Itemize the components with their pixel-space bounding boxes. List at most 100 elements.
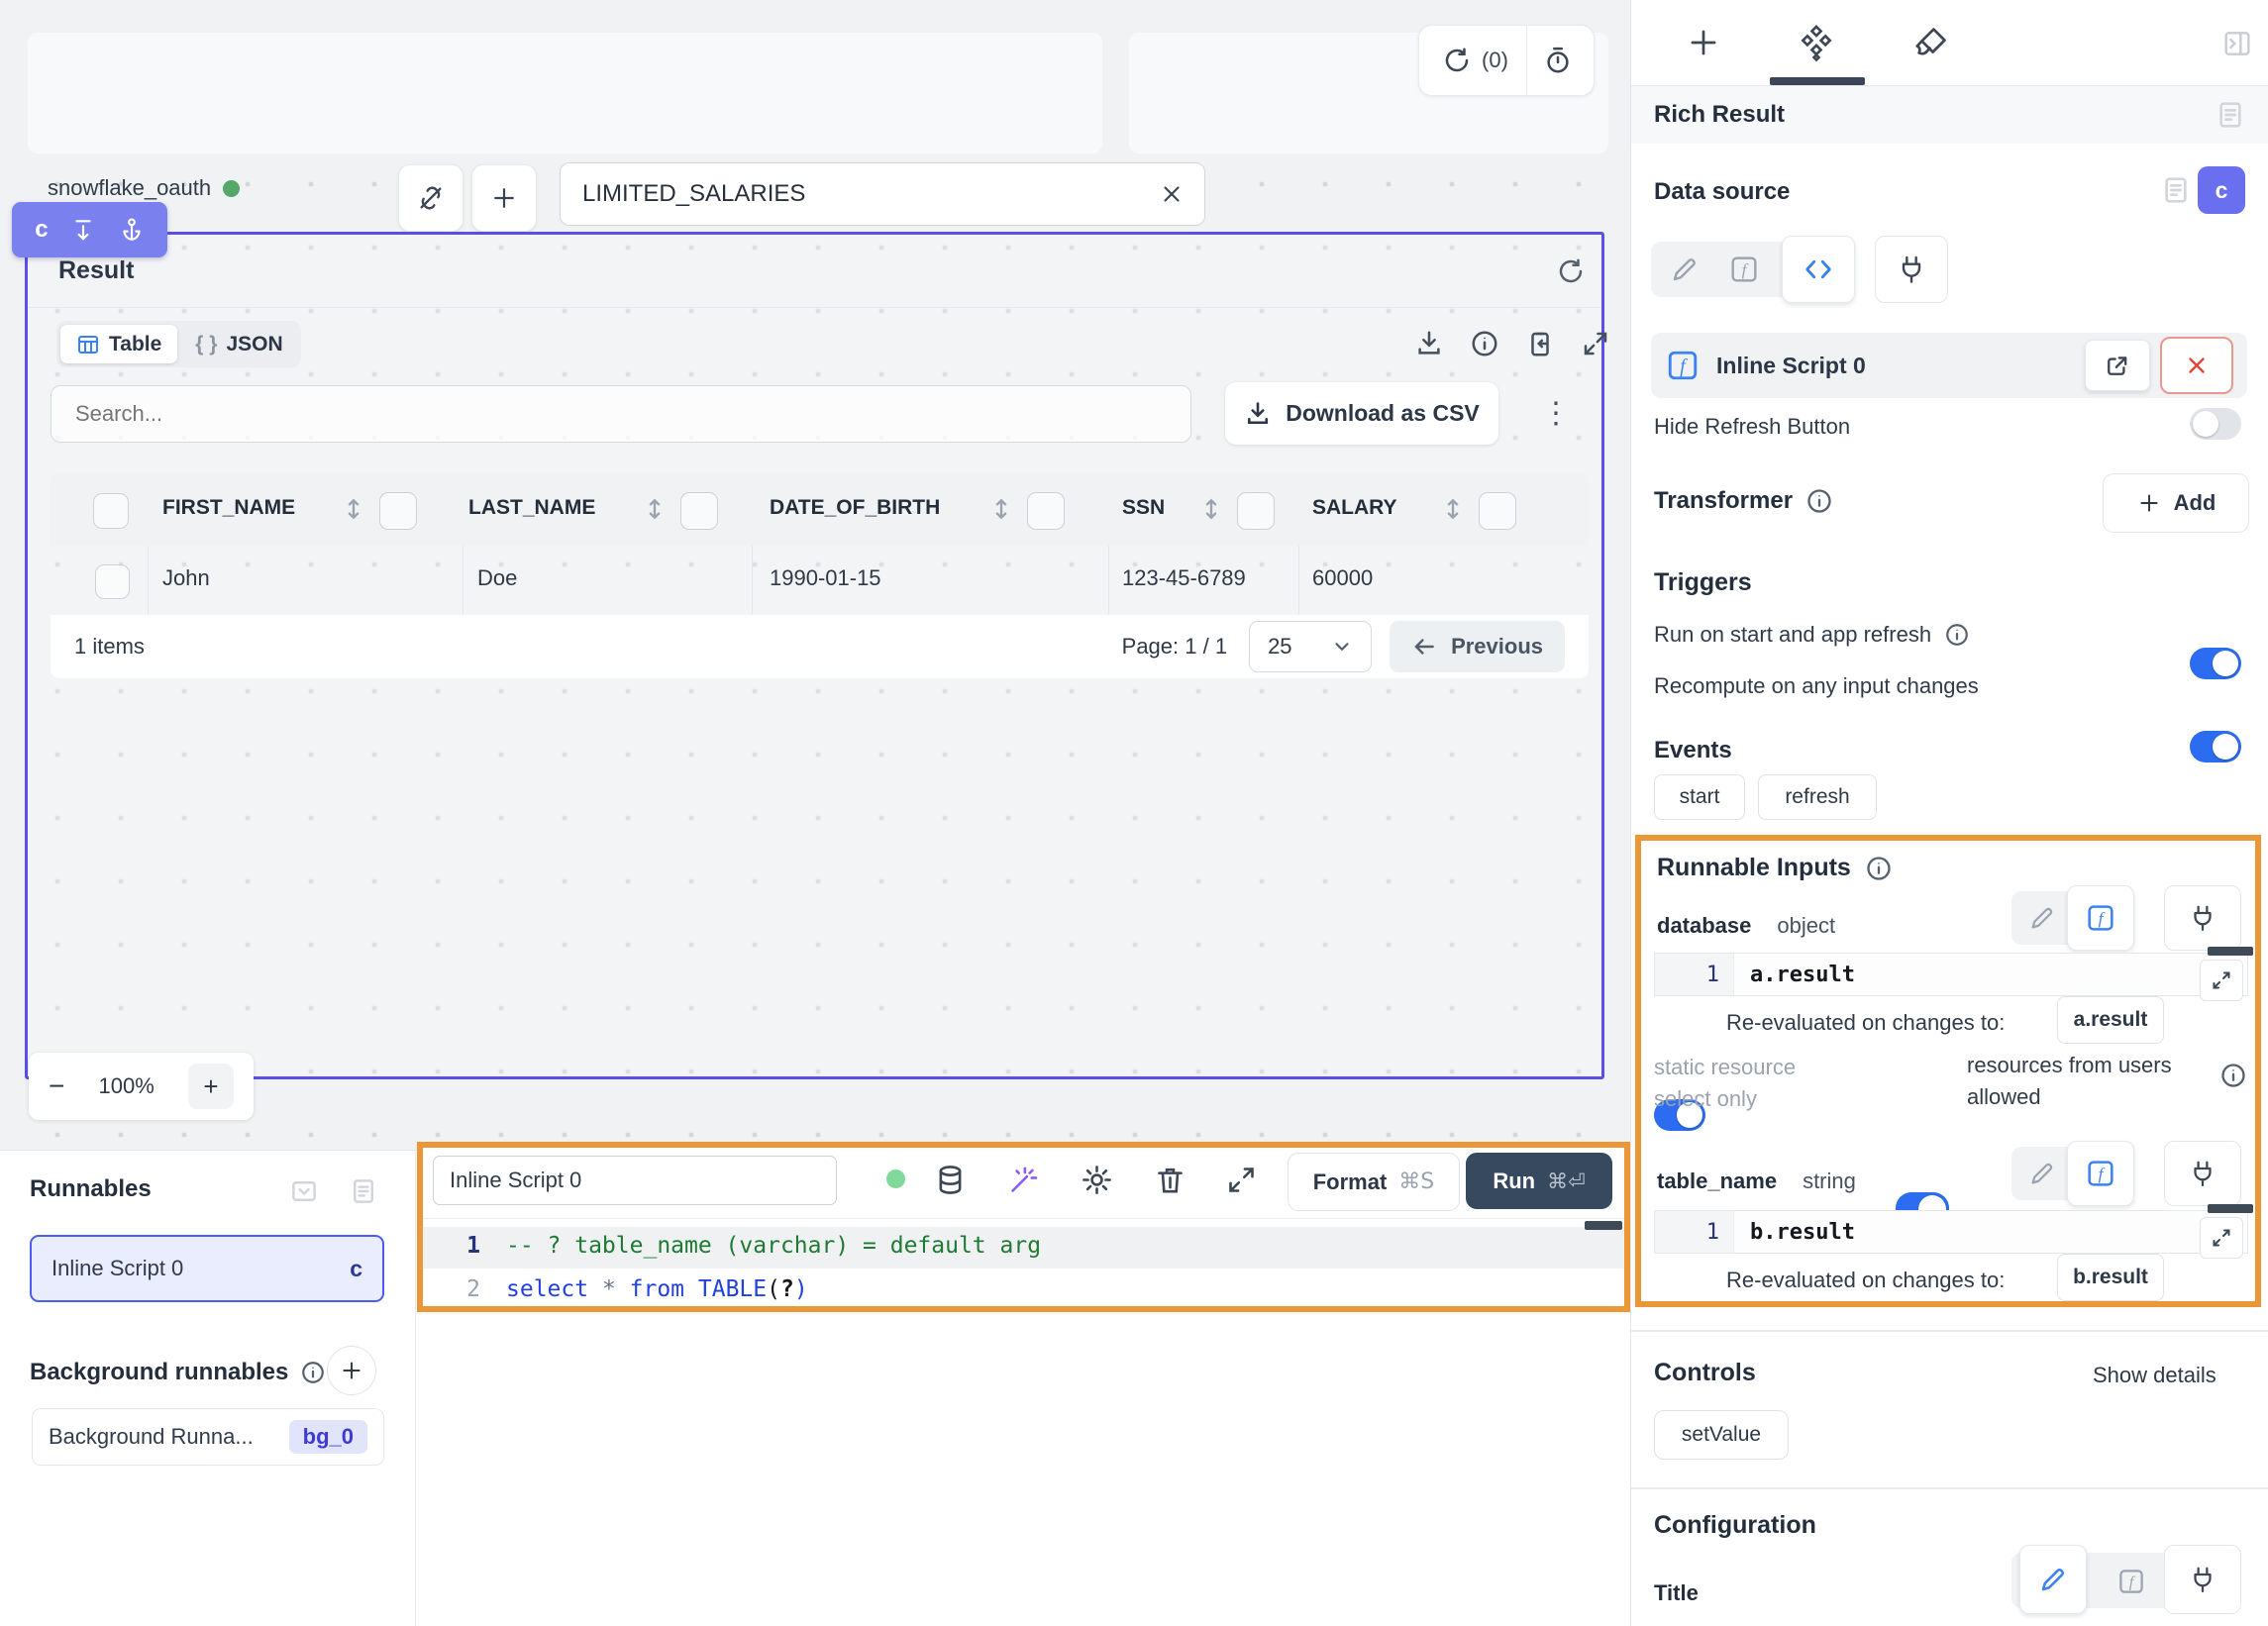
settings-gear-icon[interactable] xyxy=(1081,1164,1113,1196)
open-script-button[interactable] xyxy=(2085,340,2150,391)
show-details-link[interactable]: Show details xyxy=(2093,1363,2216,1388)
app-canvas[interactable]: (0) snowflake_oauth xyxy=(0,0,1630,1626)
docs-icon[interactable] xyxy=(2160,174,2192,206)
column-checkbox[interactable] xyxy=(680,492,718,530)
download-csv-button[interactable]: Download as CSV xyxy=(1225,382,1498,445)
result-refresh-icon[interactable] xyxy=(1556,256,1586,286)
runnable-item-label: Inline Script 0 xyxy=(52,1256,183,1281)
code-editor[interactable]: 1 2 -- ? table_name (varchar) = default … xyxy=(419,1218,1630,1626)
previous-page-button[interactable]: Previous xyxy=(1390,621,1565,672)
column-checkbox[interactable] xyxy=(1479,492,1516,530)
editor-scrollbar-thumb[interactable] xyxy=(1585,1221,1622,1230)
format-button[interactable]: Format ⌘S xyxy=(1288,1153,1460,1211)
remove-script-button[interactable] xyxy=(2160,337,2233,394)
static-pencil-icon[interactable] xyxy=(2027,903,2057,933)
control-chip-setvalue[interactable]: setValue xyxy=(1654,1410,1789,1460)
add-transformer-button[interactable]: Add xyxy=(2103,473,2249,533)
editor-scrollbar-thumb[interactable] xyxy=(2208,947,2253,956)
unlink-button[interactable] xyxy=(398,164,464,232)
column-checkbox[interactable] xyxy=(1237,492,1275,530)
history-button[interactable] xyxy=(1527,26,1589,95)
tab-component-settings[interactable] xyxy=(1796,22,1837,63)
function-icon[interactable]: f xyxy=(2116,1567,2146,1596)
tab-table[interactable]: Table xyxy=(60,325,177,363)
runnable-item-inline-script-0[interactable]: Inline Script 0 c xyxy=(30,1235,384,1302)
expand-expr-button[interactable] xyxy=(2200,960,2243,1001)
sort-icon[interactable] xyxy=(1439,495,1467,523)
selected-component-chip[interactable]: c xyxy=(12,202,167,257)
delete-script-icon[interactable] xyxy=(1154,1164,1186,1196)
rich-result-component[interactable]: Result Table { } JSON xyxy=(25,232,1604,1079)
result-search-input[interactable] xyxy=(73,400,1169,428)
copy-result-icon[interactable] xyxy=(1525,329,1555,358)
sort-icon[interactable] xyxy=(340,495,367,523)
page-size-select[interactable]: 25 xyxy=(1249,621,1372,672)
clear-input-icon[interactable] xyxy=(1159,181,1185,207)
runnables-doc-icon[interactable] xyxy=(349,1176,378,1206)
table-kebab-menu[interactable]: ⋮ xyxy=(1541,388,1571,440)
insert-below-icon[interactable] xyxy=(70,217,96,243)
download-icon[interactable] xyxy=(1414,329,1444,358)
reeval-target-chip[interactable]: a.result xyxy=(2057,996,2164,1044)
function-icon[interactable]: f xyxy=(1728,254,1760,285)
sort-icon[interactable] xyxy=(641,495,669,523)
refresh-app-button[interactable]: (0) xyxy=(1424,26,1527,95)
add-component-button[interactable] xyxy=(471,164,537,232)
row-checkbox[interactable] xyxy=(95,564,130,599)
anchor-icon[interactable] xyxy=(119,217,145,243)
info-icon[interactable] xyxy=(1470,329,1499,358)
canvas-card-left[interactable] xyxy=(28,33,1102,153)
code-token: select xyxy=(506,1276,602,1302)
run-button[interactable]: Run ⌘⏎ xyxy=(1466,1153,1612,1209)
static-pencil-icon[interactable] xyxy=(2027,1159,2057,1188)
collapse-runnables-icon[interactable] xyxy=(289,1176,319,1206)
input-expr-editor-database[interactable]: 1 a.result xyxy=(1654,953,2248,996)
reeval-target-chip[interactable]: b.result xyxy=(2057,1254,2164,1301)
column-checkbox[interactable] xyxy=(379,492,417,530)
background-runnable-item[interactable]: Background Runna... bg_0 xyxy=(32,1408,384,1466)
tab-insert-component[interactable] xyxy=(1685,24,1722,61)
select-all-checkbox[interactable] xyxy=(93,493,129,529)
cell-divider xyxy=(1298,546,1299,615)
database-icon[interactable] xyxy=(934,1164,967,1196)
zoom-out-button[interactable]: − xyxy=(49,1070,64,1102)
add-background-runnable-button[interactable] xyxy=(327,1346,376,1395)
sort-icon[interactable] xyxy=(987,495,1015,523)
input-expr-editor-table-name[interactable]: 1 b.result xyxy=(1654,1210,2248,1254)
fullscreen-icon[interactable] xyxy=(1581,329,1610,358)
code-line-1: -- ? table_name (varchar) = default arg xyxy=(506,1233,1041,1259)
download-csv-label: Download as CSV xyxy=(1286,400,1480,427)
connect-input-button[interactable] xyxy=(2164,885,2241,951)
run-on-start-toggle[interactable] xyxy=(2190,648,2241,679)
connect-input-button[interactable] xyxy=(2164,1141,2241,1206)
event-chip-start[interactable]: start xyxy=(1654,774,1745,820)
inline-script-row[interactable]: f Inline Script 0 xyxy=(1651,333,2247,398)
code-source-button[interactable] xyxy=(1782,236,1855,303)
zoom-in-button[interactable]: + xyxy=(188,1064,234,1109)
connect-config-button[interactable] xyxy=(2164,1545,2241,1614)
sort-icon[interactable] xyxy=(1197,495,1225,523)
eval-mode-button[interactable]: f xyxy=(2067,885,2134,951)
svg-text:f: f xyxy=(2099,1165,2106,1183)
script-name-input[interactable] xyxy=(448,1167,822,1194)
recompute-toggle[interactable] xyxy=(2190,731,2241,762)
table-name-input[interactable] xyxy=(580,179,1159,209)
hide-refresh-toggle[interactable] xyxy=(2190,408,2241,440)
tab-json[interactable]: { } JSON xyxy=(181,325,296,363)
column-checkbox[interactable] xyxy=(1027,492,1065,530)
eval-mode-button[interactable]: f xyxy=(2067,1141,2134,1206)
ai-wand-icon[interactable] xyxy=(1007,1164,1040,1196)
static-mode-button[interactable] xyxy=(2019,1545,2087,1614)
docs-icon[interactable] xyxy=(2215,99,2246,131)
expand-expr-button[interactable] xyxy=(2200,1217,2243,1259)
connect-source-button[interactable] xyxy=(1875,236,1948,303)
static-pencil-icon[interactable] xyxy=(1669,254,1701,285)
tab-styling[interactable] xyxy=(1912,24,1950,61)
component-id-badge[interactable]: c xyxy=(2198,166,2245,214)
table-row[interactable]: John Doe 1990-01-15 123-45-6789 60000 xyxy=(51,546,1589,616)
expand-editor-icon[interactable] xyxy=(1225,1164,1258,1196)
editor-scrollbar-thumb[interactable] xyxy=(2208,1204,2253,1213)
line-number: 1 xyxy=(1655,954,1734,995)
event-chip-refresh[interactable]: refresh xyxy=(1758,774,1877,820)
collapse-panel-icon[interactable] xyxy=(2221,28,2253,59)
